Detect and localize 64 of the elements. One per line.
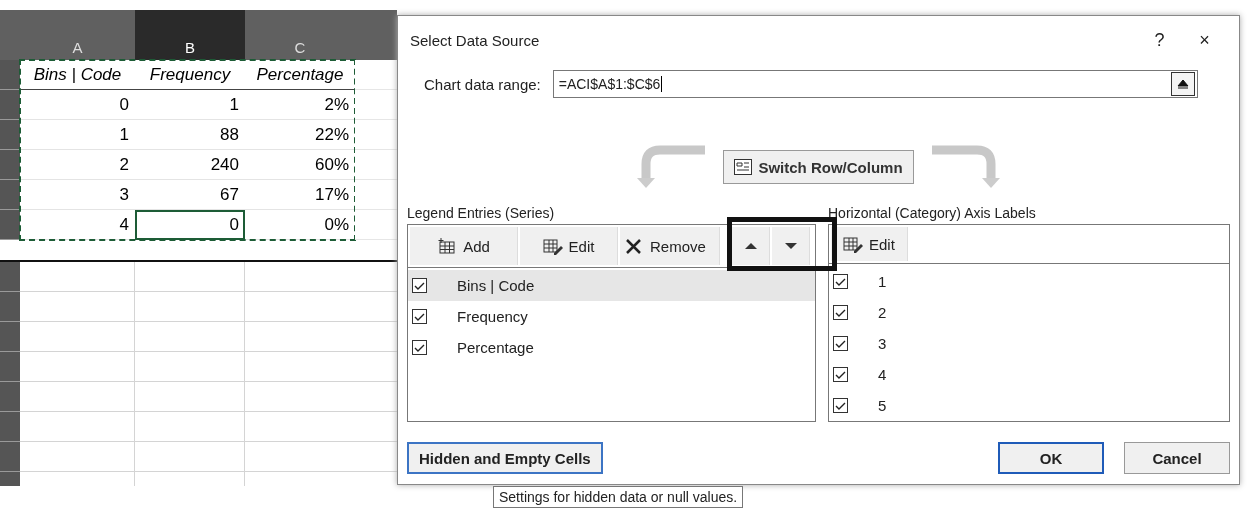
table-cell: 3 [119,184,129,205]
range-field[interactable]: =ACI$A$1:$C$6 [552,70,1198,98]
switch-row-column-button[interactable]: Switch Row/Column [723,150,914,184]
up-triangle-icon [743,240,758,252]
close-button[interactable]: × [1182,29,1227,51]
hidden-empty-cells-button[interactable]: Hidden and Empty Cells [407,442,603,474]
table-cell: 2% [324,94,349,115]
checkbox[interactable] [833,274,848,289]
table-cell: 67 [220,184,239,205]
dialog-title: Select Data Source [410,31,541,49]
list-item[interactable]: 3 [878,335,887,352]
column-heading: Frequency [149,64,231,85]
collapse-button[interactable] [1170,72,1195,96]
switch-icon [734,159,753,175]
up-arrow-icon [1176,78,1189,90]
help-button[interactable]: ? [1137,29,1182,51]
checkbox[interactable] [412,340,427,355]
add-table-icon [437,236,458,256]
list-item[interactable]: Percentage [408,332,815,363]
column-header[interactable]: A [20,10,135,60]
edit-table-icon [843,234,863,254]
table-cell[interactable]: 0 [135,210,245,240]
table-cell: 1 [119,124,129,145]
table-cell: 0 [119,94,129,115]
column-heading: Bins | Code [33,64,122,85]
close-icon [624,236,644,256]
table-cell: 60% [314,154,349,175]
section-label: Legend Entries (Series) [407,204,556,223]
list-item[interactable]: 2 [878,304,887,321]
checkbox[interactable] [833,398,848,413]
checkbox[interactable] [833,305,848,320]
column-header[interactable]: B [135,10,245,60]
edit-table-icon [542,236,563,256]
move-up-button[interactable] [732,227,770,265]
table-cell: 22% [314,124,349,145]
tooltip: Settings for hidden data or null values. [493,486,744,508]
table-cell: 17% [314,184,349,205]
table-cell: 4 [119,214,129,235]
list-item[interactable]: 5 [878,397,887,414]
table-cell: 1 [229,94,239,115]
table-cell: 0% [324,214,349,235]
move-down-button[interactable] [772,227,810,265]
edit-button[interactable]: Edit [520,227,618,265]
section-label: Horizontal (Category) Axis Labels [828,204,1037,223]
table-cell: 240 [210,154,239,175]
checkbox[interactable] [833,336,848,351]
list-item[interactable]: Frequency [408,301,815,332]
field-label: Chart data range: [424,75,541,93]
list-item[interactable]: 1 [878,273,887,290]
edit-button[interactable]: Edit [831,227,908,261]
remove-button[interactable]: Remove [620,227,720,265]
add-button[interactable]: Add [410,227,518,265]
column-heading: Percentage [256,64,344,85]
ok-button[interactable]: OK [998,442,1104,474]
down-triangle-icon [783,240,798,252]
list-item[interactable]: 4 [878,366,887,383]
list-item[interactable]: Bins | Code [408,270,815,301]
cancel-button[interactable]: Cancel [1124,442,1230,474]
column-header[interactable]: C [245,10,355,60]
checkbox[interactable] [412,309,427,324]
table-cell: 2 [119,154,129,175]
checkbox[interactable] [412,278,427,293]
table-cell: 88 [220,124,239,145]
checkbox[interactable] [833,367,848,382]
